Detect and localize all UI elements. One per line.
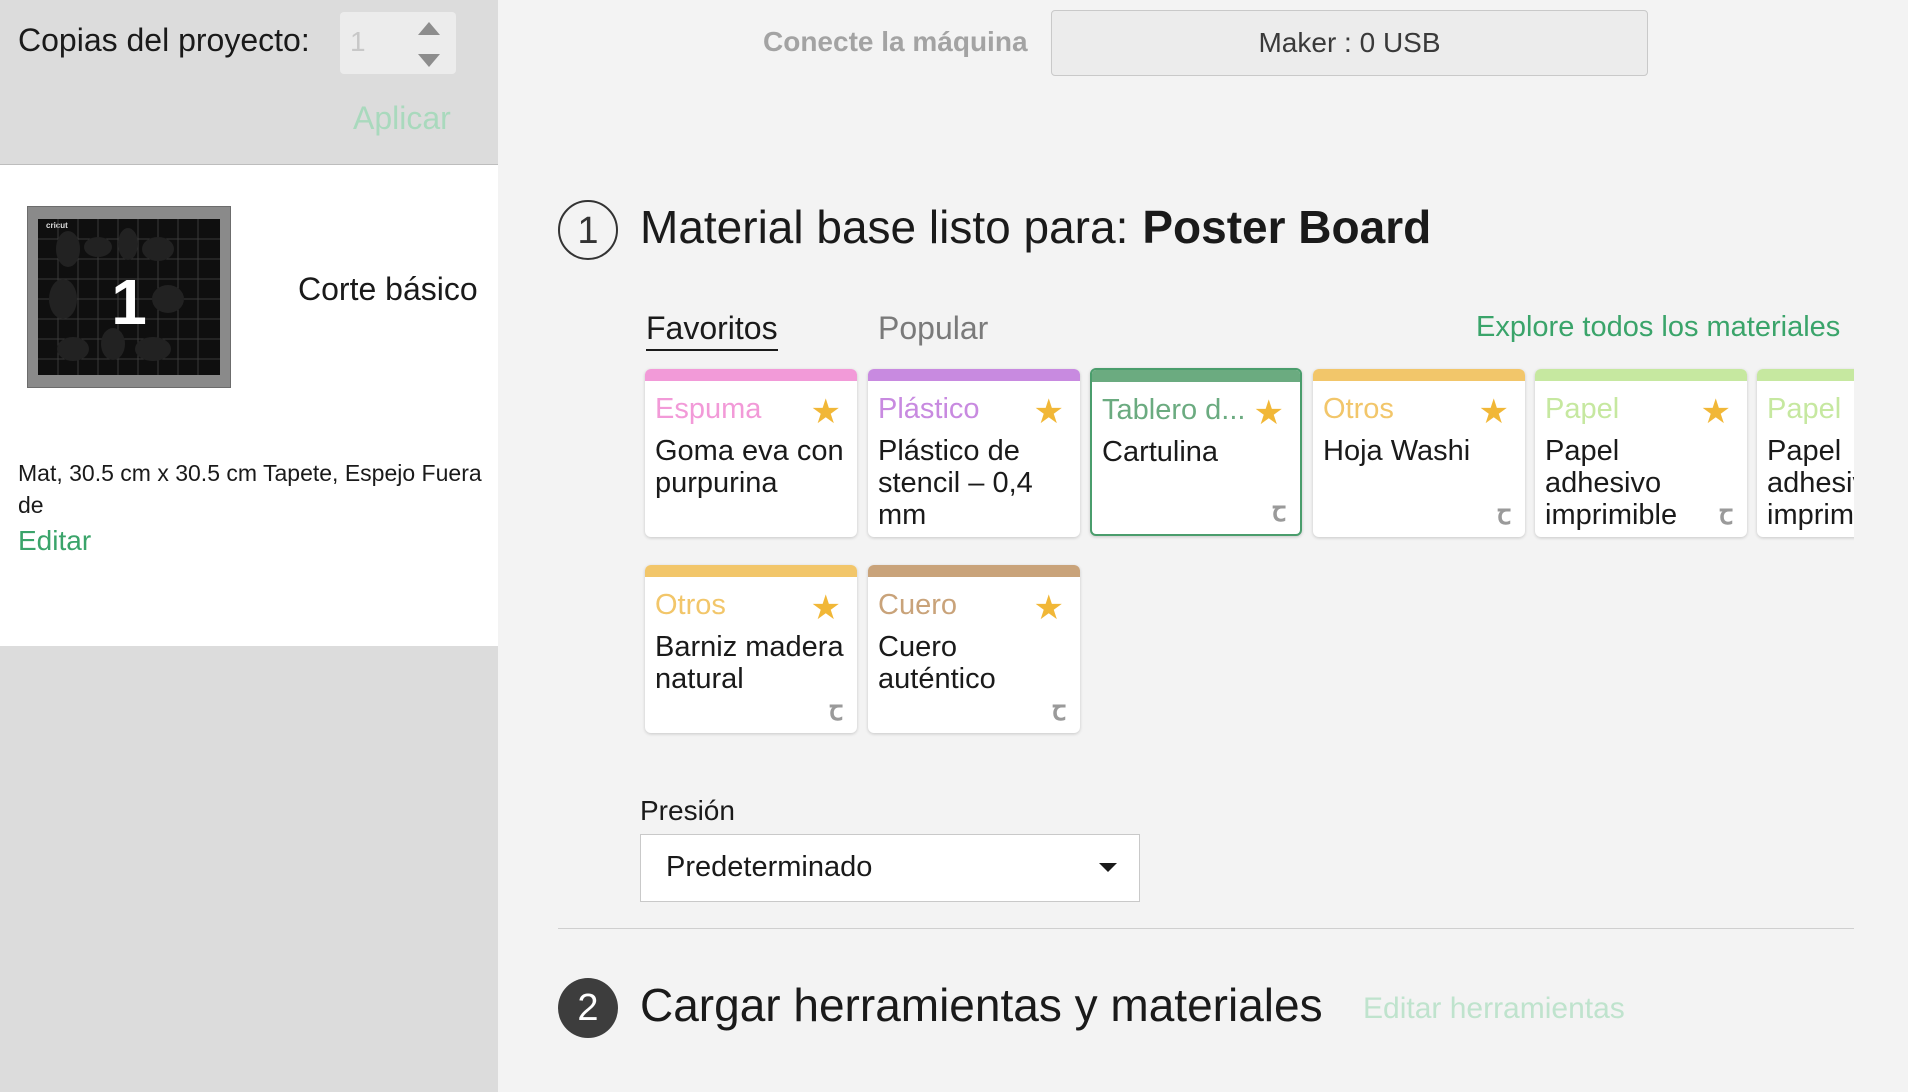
mat-card[interactable]: cricut 1 Corte básico Mat, 30.5 cm x 30.… xyxy=(0,165,498,646)
material-category: Otros xyxy=(655,589,726,621)
favorite-star-icon[interactable]: ★ xyxy=(1701,395,1731,429)
cricut-machine-icon: ꞇ xyxy=(829,695,843,726)
material-cards-grid: Espuma ★ Goma eva con purpurina Plástico… xyxy=(640,364,1854,744)
material-category-color-bar xyxy=(868,369,1080,381)
material-name: Papel adhesivo imprimible xyxy=(1545,435,1678,531)
cricut-machine-icon: ꞇ xyxy=(1497,499,1511,530)
material-category-color-bar xyxy=(645,369,857,381)
material-card[interactable]: Espuma ★ Goma eva con purpurina xyxy=(645,369,857,537)
material-category-color-bar xyxy=(868,565,1080,577)
material-category: Papel xyxy=(1545,393,1620,425)
material-card[interactable]: Papel ★ Papel adhesivo imprimible xyxy=(1757,369,1854,537)
cricut-machine-icon: ꞇ xyxy=(1719,499,1733,530)
project-copies-stepper[interactable]: 1 xyxy=(340,12,456,74)
mat-number: 1 xyxy=(111,266,147,338)
material-name: Goma eva con purpurina xyxy=(655,435,844,499)
project-copies-value[interactable]: 1 xyxy=(350,26,366,58)
favorite-star-icon[interactable]: ★ xyxy=(811,591,841,625)
tab-popular[interactable]: Popular xyxy=(878,310,988,347)
mat-preview: cricut 1 xyxy=(38,219,220,375)
project-copies-label: Copias del proyecto: xyxy=(18,22,310,58)
apply-button[interactable]: Aplicar xyxy=(353,100,451,137)
favorite-star-icon[interactable]: ★ xyxy=(1479,395,1509,429)
mat-info: Mat, 30.5 cm x 30.5 cm Tapete, Espejo Fu… xyxy=(18,460,482,518)
pressure-value: Predeterminado xyxy=(666,851,873,883)
cricut-machine-icon: ꞇ xyxy=(1052,695,1066,726)
section-divider xyxy=(558,928,1854,929)
tab-favorites[interactable]: Favoritos xyxy=(646,310,778,351)
material-card[interactable]: Plástico ★ Plástico de stencil – 0,4 mm xyxy=(868,369,1080,537)
step-2-badge: 2 xyxy=(558,978,618,1038)
favorite-star-icon[interactable]: ★ xyxy=(1034,395,1064,429)
favorite-star-icon[interactable]: ★ xyxy=(1034,591,1064,625)
load-tools-title: Cargar herramientas y materiales xyxy=(640,979,1323,1031)
edit-mat-link[interactable]: Editar xyxy=(18,525,91,557)
material-category: Plástico xyxy=(878,393,980,425)
material-card[interactable]: Otros ★ Barniz madera natural ꞇ xyxy=(645,565,857,733)
material-category: Papel xyxy=(1767,393,1842,425)
machine-select[interactable]: Maker : 0 USB xyxy=(1051,10,1648,76)
material-name: Plástico de stencil – 0,4 mm xyxy=(878,435,1033,531)
project-copies-bar: Copias del proyecto: 1 Aplicar xyxy=(0,0,498,165)
material-name: Cuero auténtico xyxy=(878,631,996,695)
material-category-color-bar xyxy=(1535,369,1747,381)
pressure-select[interactable]: Predeterminado xyxy=(640,834,1140,902)
material-name: Cartulina xyxy=(1102,436,1219,468)
mat-thumbnail[interactable]: cricut 1 xyxy=(27,206,231,422)
material-category-color-bar xyxy=(1092,370,1300,382)
mat-load-arrow-icon xyxy=(120,415,140,422)
explore-all-materials-link[interactable]: Explore todos los materiales xyxy=(1476,311,1840,344)
base-material-prefix: Material base listo para: xyxy=(640,201,1129,253)
material-category: Otros xyxy=(1323,393,1394,425)
material-name: Barniz madera natural xyxy=(655,631,844,695)
decrement-arrow-icon[interactable] xyxy=(418,54,440,67)
cricut-machine-icon: ꞇ xyxy=(1272,496,1286,527)
selected-material-name: Poster Board xyxy=(1142,201,1432,253)
material-card[interactable]: Papel ★ Papel adhesivo imprimible ꞇ xyxy=(1535,369,1747,537)
favorite-star-icon[interactable]: ★ xyxy=(1254,396,1284,430)
material-category-color-bar xyxy=(1757,369,1854,381)
connect-machine-label: Conecte la máquina xyxy=(763,26,1028,57)
material-card[interactable]: Cuero ★ Cuero auténtico ꞇ xyxy=(868,565,1080,733)
material-name: Hoja Washi xyxy=(1323,435,1471,467)
edit-tools-link[interactable]: Editar herramientas xyxy=(1363,992,1625,1026)
mat-title: Corte básico xyxy=(298,271,478,307)
material-category-color-bar xyxy=(1313,369,1525,381)
favorite-star-icon[interactable]: ★ xyxy=(811,395,841,429)
increment-arrow-icon[interactable] xyxy=(418,22,440,35)
material-category: Espuma xyxy=(655,393,762,425)
material-name: Papel adhesivo imprimible xyxy=(1767,435,1854,531)
step-1-badge: 1 xyxy=(558,200,618,260)
pressure-label: Presión xyxy=(640,795,735,826)
material-category-color-bar xyxy=(645,565,857,577)
base-material-title: Material base listo para: Poster Board xyxy=(640,200,1431,254)
material-card-selected[interactable]: Tablero d... ★ Cartulina ꞇ xyxy=(1090,368,1302,536)
material-category: Cuero xyxy=(878,589,957,621)
left-panel: Copias del proyecto: 1 Aplicar cricut 1 … xyxy=(0,0,498,1092)
material-category: Tablero d... xyxy=(1102,394,1246,426)
chevron-down-icon[interactable] xyxy=(1099,863,1117,872)
material-card[interactable]: Otros ★ Hoja Washi ꞇ xyxy=(1313,369,1525,537)
